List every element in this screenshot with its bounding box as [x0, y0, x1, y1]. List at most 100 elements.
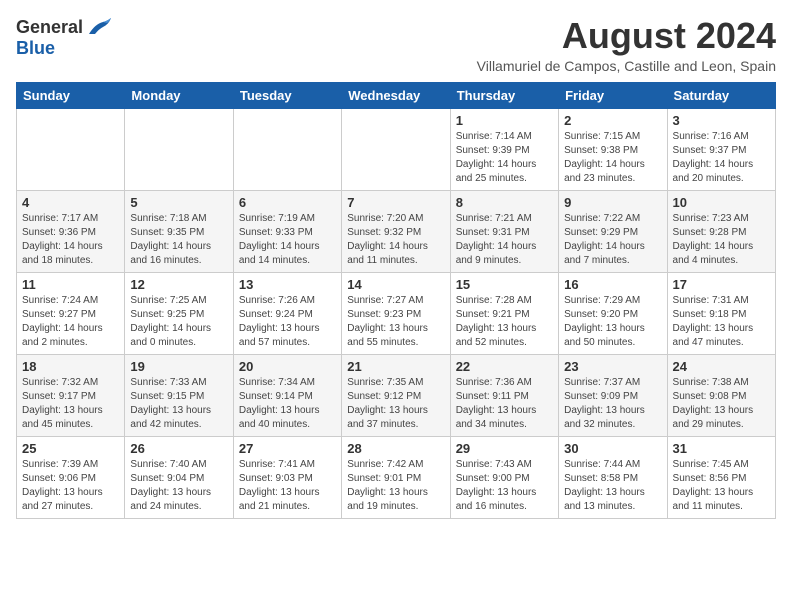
weekday-header-saturday: Saturday: [667, 82, 775, 108]
day-number: 10: [673, 195, 770, 210]
day-info: Sunrise: 7:26 AM Sunset: 9:24 PM Dayligh…: [239, 294, 336, 350]
calendar-cell: 9 Sunrise: 7:22 AM Sunset: 9:29 PM Daylig…: [559, 190, 667, 272]
day-info: Sunrise: 7:17 AM Sunset: 9:36 PM Dayligh…: [22, 212, 119, 268]
weekday-header-row: SundayMondayTuesdayWednesdayThursdayFrid…: [17, 82, 776, 108]
day-info: Sunrise: 7:29 AM Sunset: 9:20 PM Dayligh…: [564, 294, 661, 350]
day-info: Sunrise: 7:44 AM Sunset: 8:58 PM Dayligh…: [564, 458, 661, 514]
logo-blue-text: Blue: [16, 38, 55, 59]
weekday-header-sunday: Sunday: [17, 82, 125, 108]
weekday-header-friday: Friday: [559, 82, 667, 108]
calendar-cell: 8 Sunrise: 7:21 AM Sunset: 9:31 PM Daylig…: [450, 190, 558, 272]
day-info: Sunrise: 7:33 AM Sunset: 9:15 PM Dayligh…: [130, 376, 227, 432]
day-number: 11: [22, 277, 119, 292]
location-subtitle: Villamuriel de Campos, Castille and Leon…: [477, 58, 776, 74]
calendar-header: SundayMondayTuesdayWednesdayThursdayFrid…: [17, 82, 776, 108]
calendar-week-row: 1 Sunrise: 7:14 AM Sunset: 9:39 PM Daylig…: [17, 108, 776, 190]
day-info: Sunrise: 7:27 AM Sunset: 9:23 PM Dayligh…: [347, 294, 444, 350]
calendar-cell: 7 Sunrise: 7:20 AM Sunset: 9:32 PM Daylig…: [342, 190, 450, 272]
day-number: 6: [239, 195, 336, 210]
day-number: 12: [130, 277, 227, 292]
calendar-cell: 25 Sunrise: 7:39 AM Sunset: 9:06 PM Dayli…: [17, 436, 125, 518]
day-info: Sunrise: 7:41 AM Sunset: 9:03 PM Dayligh…: [239, 458, 336, 514]
day-number: 1: [456, 113, 553, 128]
day-number: 17: [673, 277, 770, 292]
calendar-table: SundayMondayTuesdayWednesdayThursdayFrid…: [16, 82, 776, 519]
day-number: 28: [347, 441, 444, 456]
calendar-cell: [233, 108, 341, 190]
calendar-week-row: 11 Sunrise: 7:24 AM Sunset: 9:27 PM Dayli…: [17, 272, 776, 354]
day-info: Sunrise: 7:37 AM Sunset: 9:09 PM Dayligh…: [564, 376, 661, 432]
day-info: Sunrise: 7:39 AM Sunset: 9:06 PM Dayligh…: [22, 458, 119, 514]
calendar-cell: 30 Sunrise: 7:44 AM Sunset: 8:58 PM Dayli…: [559, 436, 667, 518]
calendar-cell: 15 Sunrise: 7:28 AM Sunset: 9:21 PM Dayli…: [450, 272, 558, 354]
day-info: Sunrise: 7:31 AM Sunset: 9:18 PM Dayligh…: [673, 294, 770, 350]
day-info: Sunrise: 7:20 AM Sunset: 9:32 PM Dayligh…: [347, 212, 444, 268]
day-info: Sunrise: 7:15 AM Sunset: 9:38 PM Dayligh…: [564, 130, 661, 186]
day-info: Sunrise: 7:22 AM Sunset: 9:29 PM Dayligh…: [564, 212, 661, 268]
day-info: Sunrise: 7:25 AM Sunset: 9:25 PM Dayligh…: [130, 294, 227, 350]
calendar-cell: 6 Sunrise: 7:19 AM Sunset: 9:33 PM Daylig…: [233, 190, 341, 272]
day-info: Sunrise: 7:19 AM Sunset: 9:33 PM Dayligh…: [239, 212, 336, 268]
title-section: August 2024 Villamuriel de Campos, Casti…: [477, 16, 776, 74]
day-number: 18: [22, 359, 119, 374]
weekday-header-wednesday: Wednesday: [342, 82, 450, 108]
day-number: 15: [456, 277, 553, 292]
day-number: 22: [456, 359, 553, 374]
day-number: 13: [239, 277, 336, 292]
calendar-week-row: 4 Sunrise: 7:17 AM Sunset: 9:36 PM Daylig…: [17, 190, 776, 272]
day-info: Sunrise: 7:28 AM Sunset: 9:21 PM Dayligh…: [456, 294, 553, 350]
day-number: 27: [239, 441, 336, 456]
day-info: Sunrise: 7:21 AM Sunset: 9:31 PM Dayligh…: [456, 212, 553, 268]
page-header: General Blue August 2024 Villamuriel de …: [16, 16, 776, 74]
day-number: 25: [22, 441, 119, 456]
calendar-cell: 27 Sunrise: 7:41 AM Sunset: 9:03 PM Dayli…: [233, 436, 341, 518]
day-info: Sunrise: 7:45 AM Sunset: 8:56 PM Dayligh…: [673, 458, 770, 514]
weekday-header-thursday: Thursday: [450, 82, 558, 108]
day-number: 4: [22, 195, 119, 210]
calendar-cell: 20Sunrise: 7:34 AM Sunset: 9:14 PM Dayli…: [233, 354, 341, 436]
calendar-cell: [342, 108, 450, 190]
logo: General Blue: [16, 16, 113, 59]
day-info: Sunrise: 7:40 AM Sunset: 9:04 PM Dayligh…: [130, 458, 227, 514]
weekday-header-tuesday: Tuesday: [233, 82, 341, 108]
day-number: 23: [564, 359, 661, 374]
day-number: 24: [673, 359, 770, 374]
day-number: 31: [673, 441, 770, 456]
calendar-cell: [17, 108, 125, 190]
calendar-cell: 16 Sunrise: 7:29 AM Sunset: 9:20 PM Dayli…: [559, 272, 667, 354]
calendar-cell: 23 Sunrise: 7:37 AM Sunset: 9:09 PM Dayli…: [559, 354, 667, 436]
calendar-cell: 1 Sunrise: 7:14 AM Sunset: 9:39 PM Daylig…: [450, 108, 558, 190]
day-number: 30: [564, 441, 661, 456]
day-number: 19: [130, 359, 227, 374]
calendar-cell: 12 Sunrise: 7:25 AM Sunset: 9:25 PM Dayli…: [125, 272, 233, 354]
day-number: 26: [130, 441, 227, 456]
calendar-cell: 5 Sunrise: 7:18 AM Sunset: 9:35 PM Daylig…: [125, 190, 233, 272]
day-info: Sunrise: 7:43 AM Sunset: 9:00 PM Dayligh…: [456, 458, 553, 514]
day-info: Sunrise: 7:32 AM Sunset: 9:17 PM Dayligh…: [22, 376, 119, 432]
calendar-cell: 28 Sunrise: 7:42 AM Sunset: 9:01 PM Dayli…: [342, 436, 450, 518]
calendar-cell: 29 Sunrise: 7:43 AM Sunset: 9:00 PM Dayli…: [450, 436, 558, 518]
calendar-body: 1 Sunrise: 7:14 AM Sunset: 9:39 PM Daylig…: [17, 108, 776, 518]
day-number: 5: [130, 195, 227, 210]
day-number: 9: [564, 195, 661, 210]
day-info: Sunrise: 7:42 AM Sunset: 9:01 PM Dayligh…: [347, 458, 444, 514]
calendar-cell: 26 Sunrise: 7:40 AM Sunset: 9:04 PM Dayli…: [125, 436, 233, 518]
day-info: Sunrise: 7:35 AM Sunset: 9:12 PM Dayligh…: [347, 376, 444, 432]
calendar-cell: 21Sunrise: 7:35 AM Sunset: 9:12 PM Dayli…: [342, 354, 450, 436]
calendar-cell: 14 Sunrise: 7:27 AM Sunset: 9:23 PM Dayli…: [342, 272, 450, 354]
day-number: 8: [456, 195, 553, 210]
day-info: Sunrise: 7:18 AM Sunset: 9:35 PM Dayligh…: [130, 212, 227, 268]
day-number: 3: [673, 113, 770, 128]
day-number: 16: [564, 277, 661, 292]
calendar-cell: 10Sunrise: 7:23 AM Sunset: 9:28 PM Dayli…: [667, 190, 775, 272]
day-number: 29: [456, 441, 553, 456]
day-number: 14: [347, 277, 444, 292]
day-info: Sunrise: 7:24 AM Sunset: 9:27 PM Dayligh…: [22, 294, 119, 350]
calendar-cell: 31 Sunrise: 7:45 AM Sunset: 8:56 PM Dayli…: [667, 436, 775, 518]
calendar-week-row: 25 Sunrise: 7:39 AM Sunset: 9:06 PM Dayli…: [17, 436, 776, 518]
day-number: 7: [347, 195, 444, 210]
calendar-cell: 2 Sunrise: 7:15 AM Sunset: 9:38 PM Daylig…: [559, 108, 667, 190]
day-info: Sunrise: 7:14 AM Sunset: 9:39 PM Dayligh…: [456, 130, 553, 186]
day-info: Sunrise: 7:36 AM Sunset: 9:11 PM Dayligh…: [456, 376, 553, 432]
day-number: 2: [564, 113, 661, 128]
